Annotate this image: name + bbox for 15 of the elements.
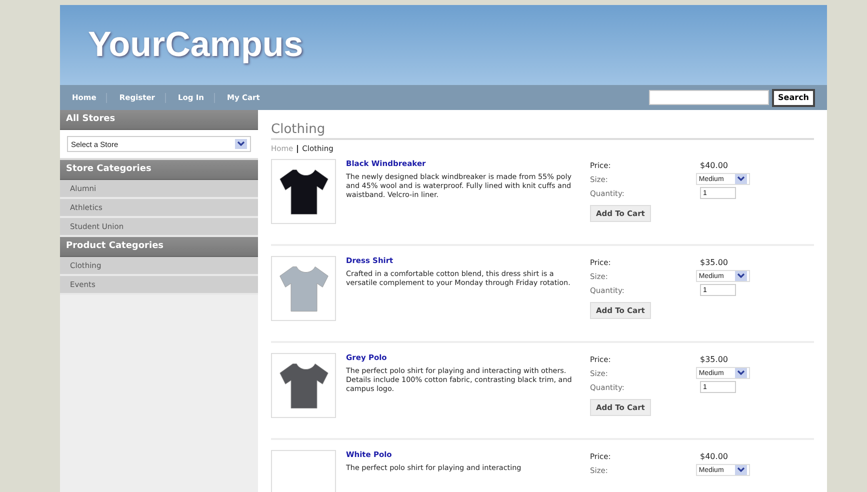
search-field[interactable] bbox=[649, 90, 770, 105]
price-value: $40.00 bbox=[700, 452, 728, 460]
dropdown-arrow-icon bbox=[735, 368, 747, 378]
price-value: $35.00 bbox=[700, 354, 728, 364]
dropdown-arrow-icon bbox=[735, 465, 747, 475]
price-value: $35.00 bbox=[700, 258, 728, 266]
sidebar-heading: All Stores bbox=[60, 110, 258, 130]
dropdown-arrow-icon bbox=[735, 174, 747, 184]
dropdown-arrow-icon bbox=[735, 271, 747, 281]
dropdown-arrow-icon bbox=[235, 139, 247, 149]
sidebar-heading: Store Categories bbox=[60, 160, 258, 180]
search-button[interactable]: Search bbox=[772, 88, 815, 106]
price-value: $40.00 bbox=[700, 160, 728, 170]
page-heading: Clothing bbox=[271, 122, 814, 140]
sidebar-heading: Product Categories bbox=[60, 237, 258, 257]
